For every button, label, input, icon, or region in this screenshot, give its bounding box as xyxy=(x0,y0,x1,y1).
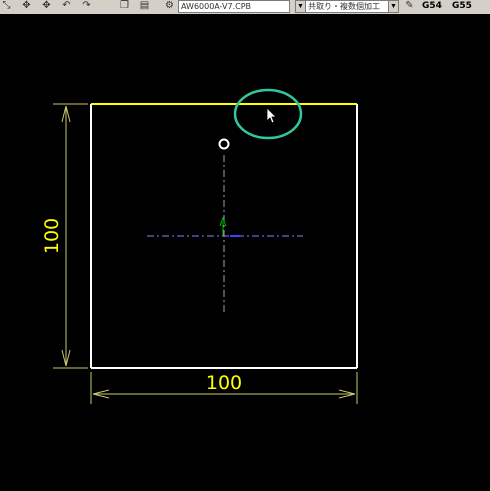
drawing-canvas[interactable]: 100 100 xyxy=(0,14,490,491)
measure-alt-icon[interactable]: ✥ xyxy=(40,0,53,12)
g55-button[interactable]: G55 xyxy=(452,0,472,12)
cad-window: ⤡ ✥ ✥ ↶ ↷ ❐ ▤ ⚙ AW6000A-V7.CPB ▼ 共取り・複数個… xyxy=(0,0,490,491)
settings-icon[interactable]: ⚙ xyxy=(163,0,176,12)
g54-button[interactable]: G54 xyxy=(422,0,442,12)
file-select[interactable]: AW6000A-V7.CPB xyxy=(178,0,290,13)
height-dimension-label: 100 xyxy=(41,218,63,254)
undo-icon[interactable]: ↶ xyxy=(60,0,73,12)
paste-icon[interactable]: ▤ xyxy=(138,0,151,12)
width-dimension-label: 100 xyxy=(206,372,242,394)
mode-select[interactable]: 共取り・複数個加工 xyxy=(305,0,389,13)
file-select-value: AW6000A-V7.CPB xyxy=(181,2,252,11)
redo-icon[interactable]: ↷ xyxy=(80,0,93,12)
axis-arrow-icon xyxy=(219,216,227,236)
zoom-icon[interactable]: ⤡ xyxy=(0,0,13,12)
toolbar: ⤡ ✥ ✥ ↶ ↷ ❐ ▤ ⚙ AW6000A-V7.CPB ▼ 共取り・複数個… xyxy=(0,0,490,14)
drawing-svg: 100 100 xyxy=(41,88,358,404)
measure-icon[interactable]: ✥ xyxy=(20,0,33,12)
mode-select-arrow-icon[interactable]: ▼ xyxy=(388,0,399,13)
tool-icon[interactable]: ✎ xyxy=(403,0,416,12)
mouse-cursor-icon xyxy=(266,107,277,124)
start-point-marker[interactable] xyxy=(218,138,230,150)
mode-select-value: 共取り・複数個加工 xyxy=(308,2,380,11)
copy-icon[interactable]: ❐ xyxy=(118,0,131,12)
